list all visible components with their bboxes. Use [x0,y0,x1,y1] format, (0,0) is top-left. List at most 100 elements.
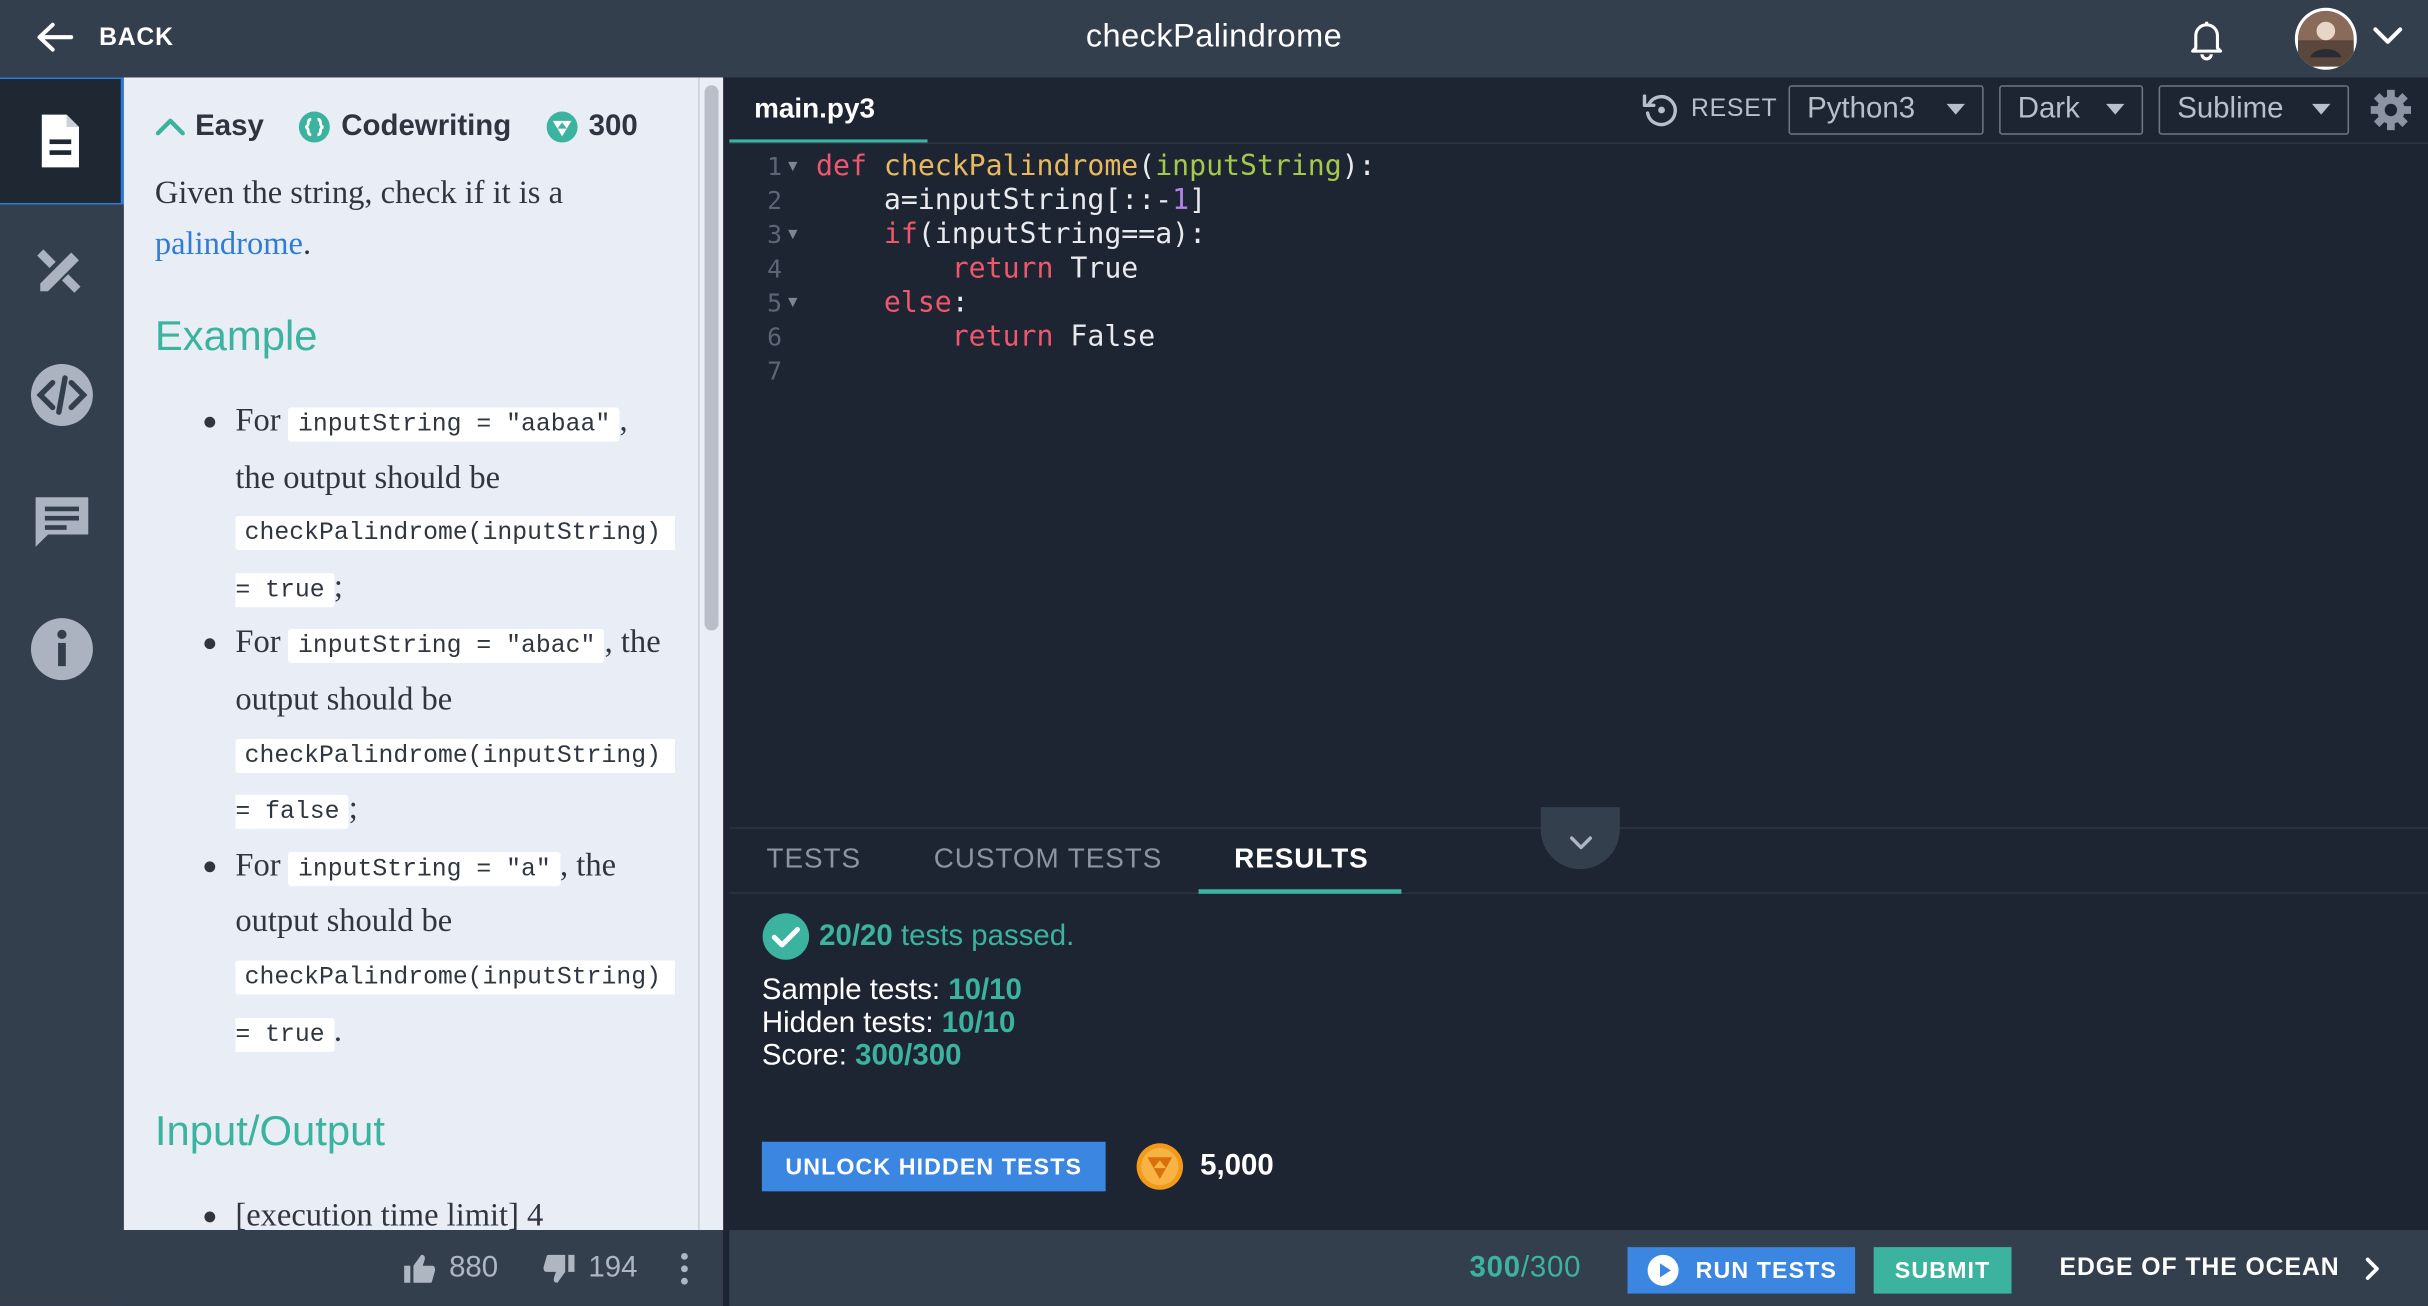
codewriting-icon [299,111,331,143]
dislike-button[interactable]: 194 [542,1252,638,1286]
code-line: 3 ▼ if(inputString==a): [767,218,1207,251]
keymap-value: Sublime [2177,92,2284,126]
caret-down-icon [1946,103,1966,115]
chevron-down-icon[interactable] [2372,25,2403,47]
more-vertical-icon[interactable] [678,1250,690,1287]
bell-icon[interactable] [2183,15,2229,61]
points-badge: 300 [545,109,638,144]
avatar[interactable] [2294,7,2357,70]
next-task-label: EDGE OF THE OCEAN [2059,1254,2340,1282]
tab-results[interactable]: RESULTS [1234,843,1369,876]
code-line: 4 return True [767,252,1139,286]
feedback-bar: 880 194 [0,1230,724,1306]
example-heading: Example [154,312,318,360]
next-task-button[interactable]: EDGE OF THE OCEAN [2060,1255,2380,1283]
task-intro: Given the string, check if it is a palin… [155,167,668,269]
difficulty-label: Easy [195,109,264,143]
io-heading: Input/Output [154,1107,385,1155]
score-line: Score: 300/300 [761,1039,962,1073]
arrow-left-icon [37,22,74,52]
language-value: Python3 [1807,92,1916,126]
rail-info-button[interactable] [0,586,124,713]
unlock-hidden-tests-button[interactable]: UNLOCK HIDDEN TESTS [761,1141,1106,1192]
caret-down-icon [2311,103,2331,115]
tab-custom-tests[interactable]: CUSTOM TESTS [934,843,1163,876]
rail-code-button[interactable] [0,332,124,459]
check-circle-icon [762,913,810,960]
run-tests-button[interactable]: RUN TESTS [1627,1247,1856,1294]
fold-icon: ▼ [788,158,798,176]
rail-description-button[interactable] [0,77,124,205]
back-label: BACK [99,24,174,52]
passed-count: 20/20 [819,919,893,952]
fold-icon: ▼ [788,294,798,312]
io-list: [execution time limit] 4 [155,1190,668,1230]
coin-icon [1136,1143,1184,1190]
back-button[interactable]: BACK [0,0,201,77]
passed-text: tests passed. [892,919,1075,952]
points-icon [546,111,578,143]
list-item: For inputString = "abac", the output sho… [204,617,676,839]
intro-text: Given the string, check if it is a [154,173,564,211]
rail-tools-button[interactable] [0,204,124,331]
file-tab[interactable]: main.py3 [729,77,928,143]
play-icon [1647,1254,1679,1286]
info-icon [30,618,93,681]
difficulty-badge: Easy [155,110,264,144]
code-editor[interactable]: 1 ▼ def checkPalindrome(inputString): 2 a=… [729,148,2428,828]
code-line: 2 a=inputString[::-1] [767,184,1207,217]
tab-tests[interactable]: TESTS [767,843,861,876]
fold-icon: ▼ [788,226,798,244]
code-line: 6 return False [767,320,1156,354]
chevron-up-icon [155,118,185,136]
caret-down-icon [2105,103,2125,115]
description-scrollbar[interactable] [704,85,719,631]
likes-count: 880 [449,1251,499,1285]
submit-button[interactable]: SUBMIT [1873,1247,2012,1294]
inline-code: inputString = "aabaa" [288,407,620,442]
palindrome-link[interactable]: palindrome [155,225,303,262]
document-icon [41,114,79,168]
list-item: For inputString = "aabaa", the output sh… [204,395,676,617]
like-button[interactable]: 880 [403,1251,499,1286]
list-item: For inputString = "a", the output should… [204,839,676,1061]
intro-end: . [302,224,312,262]
inline-code: checkPalindrome(inputString) = false [235,738,676,830]
score-display: 300/300 [1469,1251,1582,1285]
inline-code: inputString = "abac" [288,629,605,664]
coins-value: 5,000 [1200,1149,1274,1183]
list-item: [execution time limit] 4 [204,1190,667,1230]
chevron-down-icon [1570,836,1593,850]
theme-select[interactable]: Dark [1999,85,2144,135]
code-line: 1 ▼ def checkPalindrome(inputString): [767,150,1376,183]
run-tests-label: RUN TESTS [1695,1257,1838,1284]
reset-button[interactable]: RESET [1641,90,1777,130]
examples-list: For inputString = "aabaa", the output sh… [155,395,676,1061]
keymap-select[interactable]: Sublime [2158,85,2350,135]
task-type-badge: Codewriting [298,110,511,144]
code-icon [30,364,93,427]
inline-code: inputString = "a" [288,851,561,886]
dislikes-count: 194 [588,1251,638,1285]
reset-label: RESET [1690,96,1778,123]
chat-icon [35,497,89,547]
left-rail [0,77,124,1306]
code-line: 7 [767,356,782,386]
chevron-right-icon [2365,1257,2379,1280]
pencil-ruler-icon [37,249,81,293]
gear-icon[interactable] [2369,88,2412,131]
theme-value: Dark [2017,92,2080,126]
thumbs-up-icon [404,1254,436,1283]
points-label: 300 [588,109,638,143]
inline-code: checkPalindrome(inputString) = true [235,516,676,607]
rail-discussion-button[interactable] [0,459,124,586]
avatar-image [2297,10,2354,67]
sample-tests-line: Sample tests: 10/10 [761,974,1022,1007]
hidden-tests-line: Hidden tests: 10/10 [761,1006,1016,1040]
tests-passed: 20/20 tests passed. [762,912,1074,960]
task-description-panel: Easy Codewriting 300 Given the string, c… [123,77,699,1231]
inline-code: checkPalindrome(inputString) = true [235,960,676,1052]
task-meta: Easy Codewriting 300 [155,108,668,145]
language-select[interactable]: Python3 [1788,85,1984,135]
reset-icon [1642,94,1677,127]
